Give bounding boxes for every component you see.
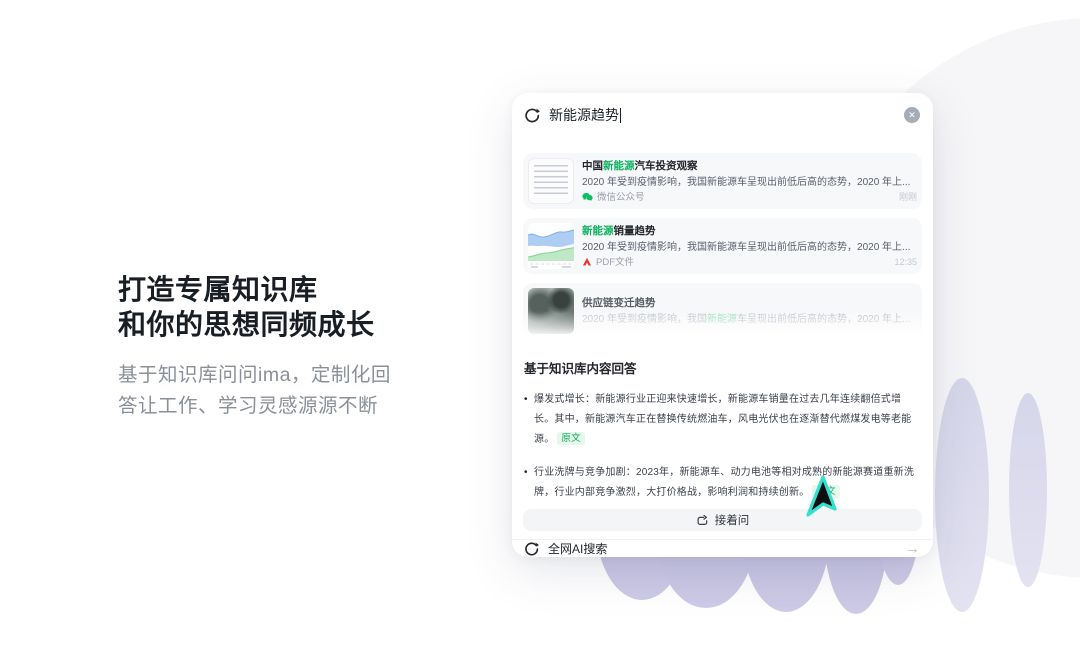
search-bar: 新能源趋势 ✕ [512,93,933,137]
web-ai-search-label: 全网AI搜索 [548,540,607,557]
result-title: 供应链变迁趋势 [582,297,917,310]
page-title: 打造专属知识库 和你的思想同频成长 [118,272,391,342]
search-icon [524,107,540,123]
result-body: 中国新能源汽车投资观察 2020 年受到疫情影响，我国新能源车呈现出前低后高的态… [582,160,917,203]
answer-bullet-text: 行业洗牌与竞争加剧：2023年，新能源车、动力电池等相对成熟的新能源赛道重新洗牌… [534,463,921,503]
result-title: 中国新能源汽车投资观察 [582,160,917,173]
page-subtitle-line2: 答让工作、学习灵感源源不断 [118,395,378,417]
arrow-right-icon[interactable]: → [905,540,920,557]
search-icon [524,541,539,556]
pdf-icon [582,257,592,267]
cursor-pointer [798,472,846,532]
result-thumbnail-document [528,158,574,204]
landing-page: 打造专属知识库 和你的思想同频成长 基于知识库问问ima，定制化回 答让工作、学… [0,0,1080,659]
result-title: 新能源销量趋势 [582,225,917,238]
result-description: 2020 年受到疫情影响，我国新能源车呈现出前低后高的态势，2020 年上... [582,176,917,189]
follow-up-button[interactable]: 接着问 [523,509,922,531]
result-thumbnail-photo [528,288,574,334]
search-query-text: 新能源趋势 [549,105,619,125]
search-result-item[interactable]: 新能源销量趋势 2020 年受到疫情影响，我国新能源车呈现出前低后高的态势，20… [523,218,922,274]
result-meta: 微信公众号 刚刚 [582,192,917,203]
page-subtitle-line1: 基于知识库问问ima，定制化回 [118,364,391,386]
search-results-list: 中国新能源汽车投资观察 2020 年受到疫情影响，我国新能源车呈现出前低后高的态… [512,153,933,339]
answer-bullet: • 爆发式增长：新能源行业正迎来快速增长，新能源车销量在过去几年连续翻倍式增长。… [524,390,921,450]
result-description: 2020 年受到疫情影响，我国新能源车呈现出前低后高的态势，2020 年上... [582,241,917,254]
wechat-icon [582,192,593,203]
continue-ask-icon [696,514,709,527]
result-description: 2020 年受到疫情影响，我国新能源车呈现出前低后高的态势，2020 年上... [582,313,917,326]
result-source: PDF文件 [596,257,634,268]
page-title-line1: 打造专属知识库 [118,274,318,305]
result-time: 12:35 [894,257,917,268]
web-ai-search-bar[interactable]: 全网AI搜索 → [512,539,933,557]
search-result-item[interactable]: 供应链变迁趋势 2020 年受到疫情影响，我国新能源车呈现出前低后高的态势，20… [523,283,922,339]
result-body: 新能源销量趋势 2020 年受到疫情影响，我国新能源车呈现出前低后高的态势，20… [582,225,917,268]
bullet-dot: • [524,463,534,503]
answer-bullet: • 行业洗牌与竞争加剧：2023年，新能源车、动力电池等相对成熟的新能源赛道重新… [524,463,921,503]
answer-bullet-text: 爆发式增长：新能源行业正迎来快速增长，新能源车销量在过去几年连续翻倍式增长。其中… [534,390,921,450]
result-time: 刚刚 [899,192,917,203]
bullet-dot: • [524,390,534,450]
clear-search-icon[interactable]: ✕ [904,107,920,123]
page-title-line2: 和你的思想同频成长 [118,309,375,340]
search-input[interactable]: 新能源趋势 [549,105,904,125]
knowledge-search-card: 新能源趋势 ✕ 中国新能源汽车投资观察 2020 年受到疫情影响，我国新能源车呈… [512,93,933,557]
search-result-item[interactable]: 中国新能源汽车投资观察 2020 年受到疫情影响，我国新能源车呈现出前低后高的态… [523,153,922,209]
text-caret [620,108,621,123]
answer-section-header: 基于知识库内容回答 [524,358,921,377]
follow-up-label: 接着问 [715,512,750,528]
result-body: 供应链变迁趋势 2020 年受到疫情影响，我国新能源车呈现出前低后高的态势，20… [582,297,917,326]
result-thumbnail-chart [528,223,574,269]
result-meta: PDF文件 12:35 [582,257,917,268]
knowledge-answer-section: 基于知识库内容回答 • 爆发式增长：新能源行业正迎来快速增长，新能源车销量在过去… [512,339,933,503]
hero-section: 打造专属知识库 和你的思想同频成长 基于知识库问问ima，定制化回 答让工作、学… [118,272,391,422]
result-source: 微信公众号 [597,192,645,203]
source-link[interactable]: 原文 [557,432,584,445]
page-subtitle: 基于知识库问问ima，定制化回 答让工作、学习灵感源源不断 [118,360,391,422]
